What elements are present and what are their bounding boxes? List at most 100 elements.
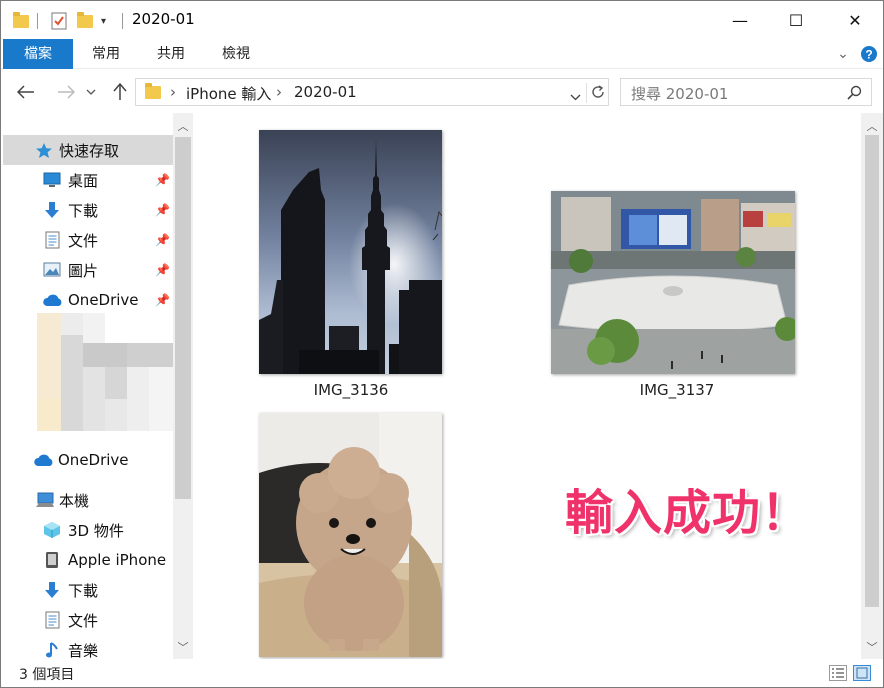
- onedrive-cloud-icon: [33, 453, 53, 469]
- svg-text:?: ?: [865, 48, 872, 62]
- pin-icon[interactable]: 📌: [155, 263, 170, 277]
- document-icon: [45, 231, 63, 249]
- address-bar[interactable]: › iPhone 輸入 › 2020-01: [135, 78, 609, 106]
- search-box[interactable]: 搜尋 2020-01: [620, 78, 872, 106]
- desktop-icon: [43, 172, 61, 188]
- forward-button[interactable]: [53, 79, 79, 105]
- nav-item-onedrive-pinned[interactable]: OneDrive 📌: [3, 285, 173, 315]
- title-bar: ▾ 2020-01 — ☐ ✕: [1, 1, 883, 39]
- import-success-callout: 輸入成功！: [565, 485, 811, 541]
- pin-icon[interactable]: 📌: [155, 293, 170, 307]
- title-separator: [122, 13, 123, 29]
- scroll-down-arrow-icon[interactable]: ﹀: [173, 639, 193, 655]
- item-count: 3 個項目: [19, 667, 75, 683]
- nav-label: 下載: [68, 201, 99, 220]
- nav-item-this-pc[interactable]: 本機: [3, 485, 173, 515]
- folder-icon: [145, 83, 161, 99]
- nav-item-apple-iphone[interactable]: Apple iPhone: [3, 545, 173, 575]
- maximize-button[interactable]: ☐: [773, 1, 819, 39]
- tab-view[interactable]: 檢視: [211, 39, 261, 69]
- file-name[interactable]: IMG_3137: [577, 381, 777, 399]
- nav-label: 音樂: [68, 641, 99, 660]
- breadcrumb-separator-icon[interactable]: ›: [276, 83, 282, 101]
- address-history-chevron-icon[interactable]: [570, 89, 581, 105]
- download-arrow-icon: [43, 581, 61, 598]
- pin-icon[interactable]: 📌: [155, 173, 170, 187]
- pin-icon[interactable]: 📌: [155, 203, 170, 217]
- nav-quick-access[interactable]: 快速存取: [3, 135, 173, 165]
- new-folder-icon[interactable]: [77, 11, 93, 28]
- onedrive-cloud-icon: [42, 293, 62, 309]
- nav-item-pictures[interactable]: 圖片 📌: [3, 255, 173, 285]
- nav-label: 文件: [68, 611, 99, 630]
- download-arrow-icon: [43, 201, 61, 218]
- content-scrollbar-thumb[interactable]: [865, 135, 879, 607]
- file-thumbnail[interactable]: [259, 130, 443, 374]
- customize-toolbar-dropdown-icon[interactable]: ▾: [101, 11, 106, 31]
- file-explorer-window: ▾ 2020-01 — ☐ ✕ 檔案 常用 共用 檢視 ⌄ ? › iPhone…: [0, 0, 884, 688]
- nav-label: 文件: [68, 231, 99, 250]
- nav-label: 本機: [59, 491, 90, 510]
- nav-item-documents[interactable]: 文件 📌: [3, 225, 173, 255]
- document-icon: [45, 611, 63, 629]
- navigation-pane: 快速存取 桌面 📌 下載 📌 文件 📌 圖片 📌 OneDrive 📌 OneD…: [3, 113, 193, 659]
- pictures-icon: [43, 262, 61, 278]
- scroll-up-arrow-icon[interactable]: ︿: [862, 118, 882, 134]
- file-name[interactable]: IMG_3136: [251, 381, 451, 399]
- nav-label: 圖片: [68, 261, 99, 280]
- pin-icon[interactable]: 📌: [155, 233, 170, 247]
- tab-file[interactable]: 檔案: [3, 39, 73, 69]
- quick-access-toolbar: [13, 11, 29, 31]
- nav-label: OneDrive: [58, 451, 129, 469]
- nav-scrollbar-thumb[interactable]: [175, 137, 191, 499]
- scroll-up-arrow-icon[interactable]: ︿: [173, 118, 193, 134]
- search-input[interactable]: 搜尋 2020-01: [631, 83, 728, 104]
- nav-item-downloads-pc[interactable]: 下載: [3, 575, 173, 605]
- 3d-objects-icon: [43, 521, 61, 538]
- close-button[interactable]: ✕: [832, 1, 878, 39]
- nav-item-downloads[interactable]: 下載 📌: [3, 195, 173, 225]
- minimize-button[interactable]: —: [717, 1, 763, 39]
- refresh-icon[interactable]: [590, 84, 606, 104]
- recent-locations-chevron-icon[interactable]: [83, 79, 99, 105]
- nav-item-3d-objects[interactable]: 3D 物件: [3, 515, 173, 545]
- computer-icon: [35, 492, 54, 508]
- ribbon-tabs: 檔案 常用 共用 檢視 ⌄ ?: [1, 39, 883, 69]
- search-icon[interactable]: [847, 85, 862, 104]
- file-view: IMG_3136 IMG_3137 輸入成功！: [193, 113, 861, 659]
- music-note-icon: [45, 641, 63, 658]
- iphone-device-icon: [45, 551, 63, 568]
- nav-item-documents-pc[interactable]: 文件: [3, 605, 173, 635]
- breadcrumb-separator-icon[interactable]: ›: [170, 83, 176, 101]
- scroll-down-arrow-icon[interactable]: ﹀: [862, 639, 882, 655]
- blurred-region: [37, 313, 173, 431]
- expand-ribbon-icon[interactable]: ⌄: [833, 39, 853, 69]
- tab-share[interactable]: 共用: [146, 39, 196, 69]
- nav-label: 下載: [68, 581, 99, 600]
- large-icons-view-icon[interactable]: [853, 665, 871, 681]
- nav-label: 桌面: [68, 171, 99, 190]
- back-button[interactable]: [13, 79, 39, 105]
- tab-home[interactable]: 常用: [81, 39, 131, 69]
- toolbar-separator: [37, 13, 38, 29]
- file-thumbnail[interactable]: [551, 191, 799, 374]
- file-thumbnail[interactable]: [259, 413, 442, 657]
- details-view-icon[interactable]: [829, 665, 847, 681]
- status-bar: 3 個項目: [1, 659, 883, 687]
- breadcrumb-iphone-import[interactable]: iPhone 輸入: [186, 83, 271, 104]
- nav-label: OneDrive: [68, 291, 139, 309]
- properties-check-icon[interactable]: [51, 11, 67, 31]
- star-icon: [35, 142, 53, 158]
- nav-item-desktop[interactable]: 桌面 📌: [3, 165, 173, 195]
- address-separator: [586, 83, 587, 103]
- nav-item-onedrive[interactable]: OneDrive: [3, 445, 173, 475]
- up-button[interactable]: [107, 79, 133, 105]
- nav-label: 快速存取: [59, 141, 120, 160]
- nav-label: Apple iPhone: [68, 551, 167, 569]
- nav-label: 3D 物件: [68, 521, 124, 540]
- help-icon[interactable]: ?: [859, 39, 879, 69]
- nav-item-music[interactable]: 音樂: [3, 635, 173, 659]
- window-title: 2020-01: [132, 10, 195, 28]
- folder-icon[interactable]: [13, 11, 29, 28]
- breadcrumb-current-folder[interactable]: 2020-01: [294, 83, 357, 101]
